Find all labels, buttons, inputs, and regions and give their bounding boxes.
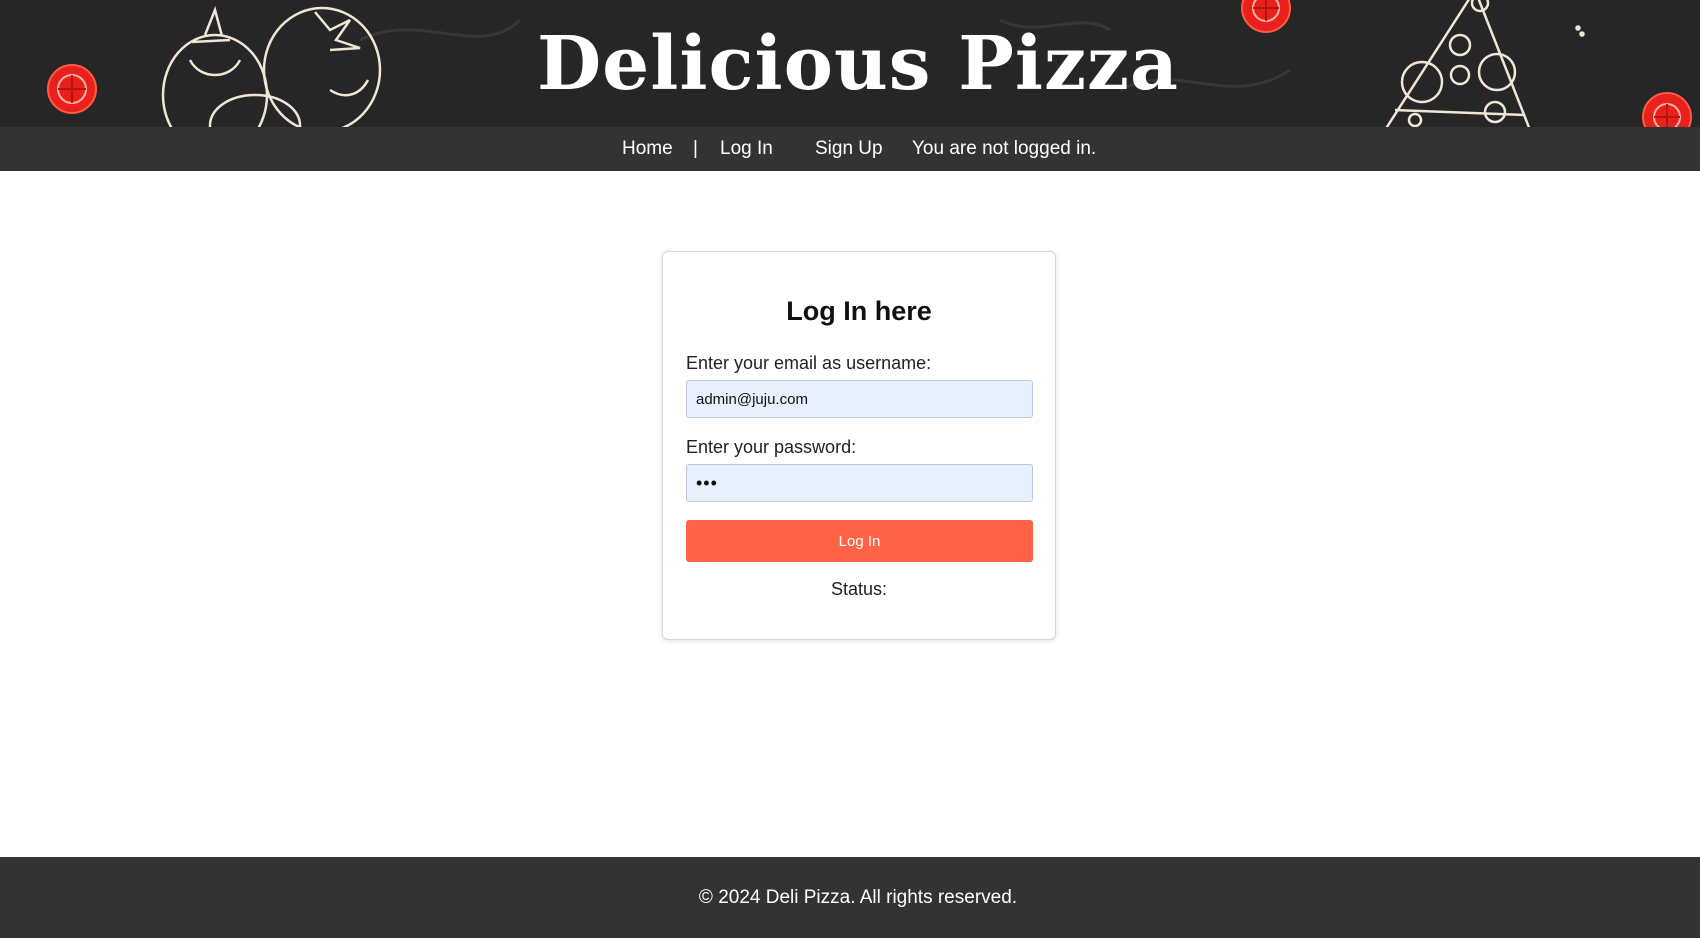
login-status-text: You are not logged in.: [912, 138, 1097, 159]
login-card: Log In here Enter your email as username…: [662, 251, 1056, 640]
footer: © 2024 Deli Pizza. All rights reserved.: [0, 857, 1700, 938]
login-title: Log In here: [786, 296, 932, 326]
nav-separator: |: [693, 138, 698, 159]
nav-link-home[interactable]: Home: [622, 127, 673, 171]
header-banner: Delicious Pizza: [0, 0, 1700, 127]
site-title: Delicious Pizza: [537, 21, 1179, 107]
page: Delicious Pizza Home | Log In Sign Up Yo…: [0, 0, 1700, 938]
email-input[interactable]: [686, 380, 1033, 418]
login-button[interactable]: Log In: [686, 520, 1033, 562]
email-label: Enter your email as username:: [686, 353, 932, 373]
nav-link-signup[interactable]: Sign Up: [815, 127, 883, 171]
password-label: Enter your password:: [686, 437, 857, 457]
nav-bar: Home | Log In Sign Up You are not logged…: [0, 127, 1700, 171]
footer-copyright: © 2024 Deli Pizza. All rights reserved.: [698, 887, 1018, 908]
password-input[interactable]: [686, 464, 1033, 502]
nav-link-login[interactable]: Log In: [720, 127, 773, 171]
status-text: Status:: [830, 579, 888, 599]
